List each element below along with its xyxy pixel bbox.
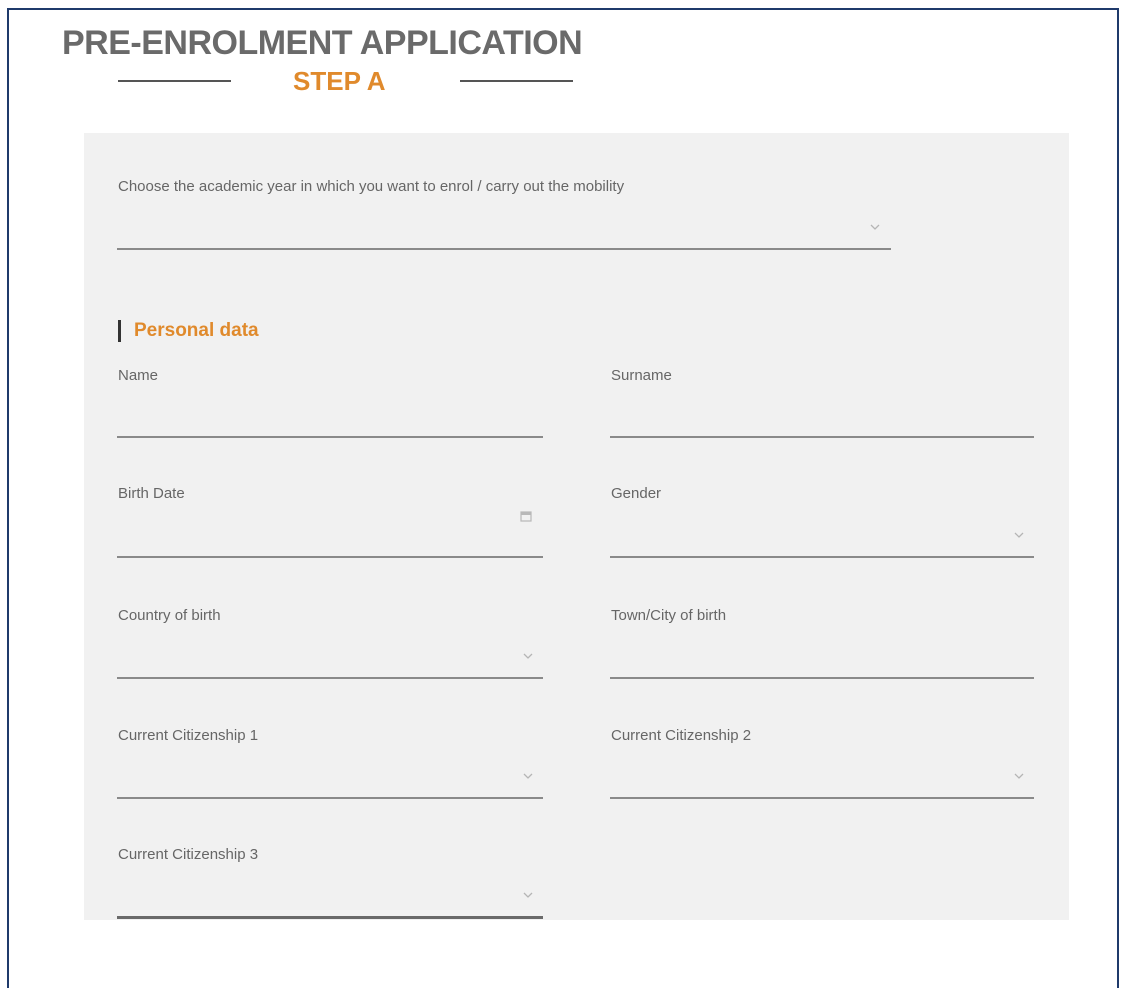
country-of-birth-label: Country of birth	[118, 607, 221, 624]
citizenship-2-label: Current Citizenship 2	[611, 727, 752, 744]
step-label: STEP A	[293, 66, 386, 96]
chevron-down-icon[interactable]	[1013, 771, 1025, 781]
birth-date-label: Birth Date	[118, 485, 185, 502]
chevron-down-icon[interactable]	[522, 890, 534, 900]
chevron-down-icon[interactable]	[522, 771, 534, 781]
gender-select[interactable]	[610, 556, 1034, 558]
page-title: PRE-ENROLMENT APPLICATION	[62, 24, 583, 62]
academic-year-label: Choose the academic year in which you wa…	[118, 178, 625, 195]
name-label: Name	[118, 367, 159, 384]
citizenship-3-label: Current Citizenship 3	[118, 846, 259, 863]
surname-label: Surname	[611, 367, 672, 384]
town-city-of-birth-label: Town/City of birth	[611, 607, 727, 624]
chevron-down-icon[interactable]	[522, 651, 534, 661]
chevron-down-icon[interactable]	[869, 222, 881, 232]
calendar-icon[interactable]	[520, 509, 532, 522]
gender-label: Gender	[611, 485, 662, 502]
academic-year-select[interactable]	[117, 248, 891, 250]
form-panel	[84, 133, 1069, 920]
country-of-birth-select[interactable]	[117, 677, 543, 679]
citizenship-1-label: Current Citizenship 1	[118, 727, 259, 744]
citizenship-3-select[interactable]	[117, 916, 543, 919]
step-divider-right	[460, 80, 573, 82]
chevron-down-icon[interactable]	[1013, 530, 1025, 540]
section-marker	[118, 320, 121, 342]
surname-input[interactable]	[610, 436, 1034, 438]
citizenship-1-select[interactable]	[117, 797, 543, 799]
citizenship-2-select[interactable]	[610, 797, 1034, 799]
town-city-of-birth-input[interactable]	[610, 677, 1034, 679]
section-title-personal-data: Personal data	[134, 320, 259, 341]
birth-date-input[interactable]	[117, 556, 543, 558]
step-divider-left	[118, 80, 231, 82]
name-input[interactable]	[117, 436, 543, 438]
